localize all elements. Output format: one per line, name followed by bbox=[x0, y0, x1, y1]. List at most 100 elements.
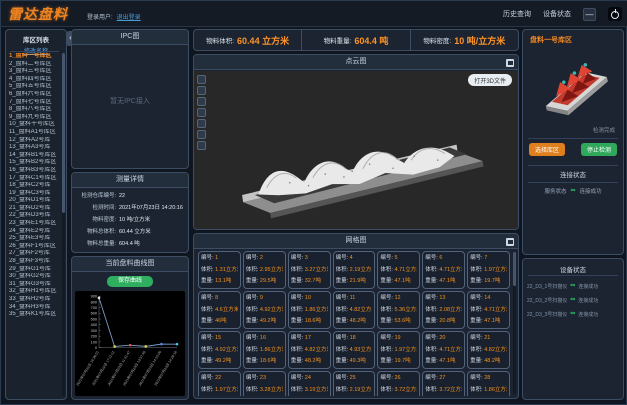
link-connected-icon: ∞ bbox=[570, 311, 575, 317]
measurement-panel: 测量详情 检测仓库编号: 22 检测时间: 2021年07月23日 14:20:… bbox=[71, 172, 189, 253]
device-status-link[interactable]: 设备状态 bbox=[543, 9, 571, 19]
device-rows: 22_D3_1号扫描仪 ∞ 连接成功 22_D3_2号扫描仪 ∞ 连接成功 22… bbox=[523, 279, 623, 321]
divider bbox=[528, 138, 618, 139]
sidebar-item-area[interactable]: 30_盘料G2号库 bbox=[6, 273, 60, 281]
ipc-panel: IPC图 暂无IPC接入 bbox=[71, 29, 189, 169]
power-close-button[interactable] bbox=[608, 7, 622, 21]
stop-detect-button[interactable]: 停止检测 bbox=[581, 143, 617, 156]
grid-cell: 编号: 4 体积: 2.19立方米 重量: 21.9吨 bbox=[333, 251, 376, 289]
sidebar-item-area[interactable]: 22_盘料D3号库 bbox=[6, 212, 60, 220]
scrollbar-thumb[interactable] bbox=[62, 53, 65, 213]
point-cloud-canvas[interactable]: 打开3D文件 bbox=[194, 71, 518, 229]
sidebar-item-area[interactable]: 24_盘料E2号库 bbox=[6, 228, 60, 236]
grid-cell: 编号: 21 体积: 4.82立方米 重量: 48.2吨 bbox=[467, 331, 510, 369]
svg-text:200: 200 bbox=[91, 335, 97, 339]
sidebar-item-area[interactable]: 33_盘料H2号库 bbox=[6, 296, 60, 304]
grid-cell: 编号: 28 体积: 1.86立方米 重量: 18.6吨 bbox=[467, 371, 510, 396]
svg-text:700: 700 bbox=[91, 306, 97, 310]
sidebar-item-area[interactable]: 15_盘料B2号库区 bbox=[6, 159, 60, 167]
sidebar-item-area[interactable]: 19_盘料C3号库 bbox=[6, 190, 60, 198]
curve-panel-title: 当前盘料曲线图 bbox=[72, 257, 188, 272]
sidebar-item-area[interactable]: 17_盘料C1号库区 bbox=[6, 175, 60, 183]
view-direction-button[interactable] bbox=[197, 130, 206, 139]
sidebar-item-area[interactable]: 5_盘料五号库区 bbox=[6, 83, 60, 91]
sidebar-item-area[interactable]: 23_盘料E1号库区 bbox=[6, 220, 60, 228]
logout-link[interactable]: 退出登录 bbox=[117, 15, 141, 21]
curve-chart-svg: 01002003004005006007008009002021年07月22日 … bbox=[75, 291, 185, 396]
grid-panel: 网格图 编号: 1 体积: 1.31立方米 重量: 13.1吨 编号: 2 体积… bbox=[193, 233, 519, 399]
material-stats-bar: 物料体积: 60.44 立方米 物料重量: 604.4 吨 物料密度: 10 吨… bbox=[193, 29, 519, 51]
warehouse-3d-icon bbox=[531, 46, 617, 128]
sidebar-item-area[interactable]: 32_盘料H1号库区 bbox=[6, 288, 60, 296]
sidebar-item-area[interactable]: 2_盘料二号库区 bbox=[6, 61, 60, 69]
sidebar-item-area[interactable]: 9_盘料九号库区 bbox=[6, 114, 60, 122]
sidebar-item-area[interactable]: 26_盘料F1号库区 bbox=[6, 243, 60, 251]
open-3d-file-button[interactable]: 打开3D文件 bbox=[468, 74, 512, 86]
view-direction-button[interactable] bbox=[197, 75, 206, 84]
grid-cell: 编号: 2 体积: 2.95立方米 重量: 29.5吨 bbox=[243, 251, 286, 289]
grid-cell: 编号: 15 体积: 4.92立方米 重量: 49.2吨 bbox=[198, 331, 241, 369]
scrollbar-thumb[interactable] bbox=[513, 252, 516, 286]
minimize-button[interactable]: — bbox=[583, 8, 596, 21]
expand-icon[interactable] bbox=[506, 238, 514, 246]
device-status-panel: 设备状态 22_D3_1号扫描仪 ∞ 连接成功 22_D3_2号扫描仪 ∞ 连接… bbox=[522, 258, 624, 400]
svg-text:600: 600 bbox=[91, 312, 97, 316]
sidebar-item-area[interactable]: 4_盘料四号库区 bbox=[6, 76, 60, 84]
grid-scrollbar[interactable] bbox=[513, 252, 516, 394]
login-user-label: 登录用户: bbox=[87, 15, 113, 21]
sidebar-item-area[interactable]: 1_盘料一号库区 bbox=[6, 53, 60, 61]
stat-item: 物料体积: 60.44 立方米 bbox=[194, 30, 301, 50]
sidebar-item-area[interactable]: 10_盘料十号库区 bbox=[6, 121, 60, 129]
sidebar-item-area[interactable]: 16_盘料B3号库区 bbox=[6, 167, 60, 175]
expand-icon[interactable] bbox=[506, 59, 514, 67]
grid-cell: 编号: 16 体积: 1.86立方米 重量: 18.6吨 bbox=[243, 331, 286, 369]
sidebar-item-area[interactable]: 8_盘料八号库区 bbox=[6, 106, 60, 114]
sidebar-scrollbar[interactable] bbox=[62, 53, 65, 396]
sidebar-item-area[interactable]: 18_盘料C2号库 bbox=[6, 182, 60, 190]
sidebar-item-area[interactable]: 25_盘料E3号库 bbox=[6, 235, 60, 243]
sidebar-item-area[interactable]: 11_盘料A1号库区 bbox=[6, 129, 60, 137]
view-direction-button[interactable] bbox=[197, 108, 206, 117]
selected-area-title: 盘料一号库区 bbox=[530, 35, 572, 45]
sidebar-item-area[interactable]: 29_盘料G1号库 bbox=[6, 266, 60, 274]
select-area-button[interactable]: 选择库区 bbox=[529, 143, 565, 156]
grid-cell: 编号: 1 体积: 1.31立方米 重量: 13.1吨 bbox=[198, 251, 241, 289]
sidebar-item-area[interactable]: 21_盘料D2号库 bbox=[6, 205, 60, 213]
view-direction-button[interactable] bbox=[197, 97, 206, 106]
view-direction-button[interactable] bbox=[197, 119, 206, 128]
device-status-row: 22_D3_1号扫描仪 ∞ 连接成功 bbox=[523, 279, 623, 293]
grid-cell: 编号: 8 体积: 4.6立方米 重量: 46吨 bbox=[198, 291, 241, 329]
grid-cell: 编号: 12 体积: 5.36立方米 重量: 53.6吨 bbox=[377, 291, 420, 329]
grid-cell: 编号: 9 体积: 4.92立方米 重量: 49.2吨 bbox=[243, 291, 286, 329]
sidebar-item-area[interactable]: 34_盘料H3号库 bbox=[6, 304, 60, 312]
sidebar-item-area[interactable]: 3_盘料三号库区 bbox=[6, 68, 60, 76]
sidebar-item-area[interactable]: 27_盘料F2号库 bbox=[6, 250, 60, 258]
sidebar-title: 库区列表 bbox=[6, 30, 66, 44]
measurement-panel-title: 测量详情 bbox=[72, 173, 188, 188]
grid-cell: 编号: 17 体积: 4.82立方米 重量: 48.2吨 bbox=[288, 331, 331, 369]
grid-cell: 编号: 27 体积: 3.72立方米 重量: 37.2吨 bbox=[422, 371, 465, 396]
history-query-link[interactable]: 历史查询 bbox=[503, 9, 531, 19]
divider bbox=[528, 182, 618, 183]
measurement-row: 物料密度: 10 吨/立方米 bbox=[72, 214, 188, 226]
sidebar-item-area[interactable]: 28_盘料F3号库 bbox=[6, 258, 60, 266]
grid-cell: 编号: 10 体积: 1.86立方米 重量: 18.6吨 bbox=[288, 291, 331, 329]
sidebar-item-area[interactable]: 12_盘料A2号库 bbox=[6, 137, 60, 145]
sidebar-item-area[interactable]: 6_盘料六号库区 bbox=[6, 91, 60, 99]
view-direction-button[interactable] bbox=[197, 141, 206, 150]
sidebar-item-area[interactable]: 31_盘料G3号库 bbox=[6, 281, 60, 289]
grid-cell: 编号: 14 体积: 4.71立方米 重量: 47.1吨 bbox=[467, 291, 510, 329]
sidebar-item-area[interactable]: 20_盘料D1号库 bbox=[6, 197, 60, 205]
sidebar-item-area[interactable]: 13_盘料A3号库 bbox=[6, 144, 60, 152]
save-curve-button[interactable]: 保存曲线 bbox=[107, 276, 153, 287]
grid-cell: 编号: 11 体积: 4.82立方米 重量: 48.2吨 bbox=[333, 291, 376, 329]
warehouse-area-sidebar: 库区列表 修改名称 1_盘料一号库区2_盘料二号库区3_盘料三号库区4_盘料四号… bbox=[5, 29, 67, 400]
divider bbox=[528, 275, 618, 276]
svg-text:100: 100 bbox=[91, 340, 97, 344]
area-list: 1_盘料一号库区2_盘料二号库区3_盘料三号库区4_盘料四号库区5_盘料五号库区… bbox=[6, 53, 60, 397]
ipc-panel-title: IPC图 bbox=[72, 30, 188, 45]
sidebar-item-area[interactable]: 14_盘料B1号库区 bbox=[6, 152, 60, 160]
sidebar-item-area[interactable]: 7_盘料七号库区 bbox=[6, 99, 60, 107]
sidebar-item-area[interactable]: 35_盘料K1号库区 bbox=[6, 311, 60, 319]
view-direction-button[interactable] bbox=[197, 86, 206, 95]
